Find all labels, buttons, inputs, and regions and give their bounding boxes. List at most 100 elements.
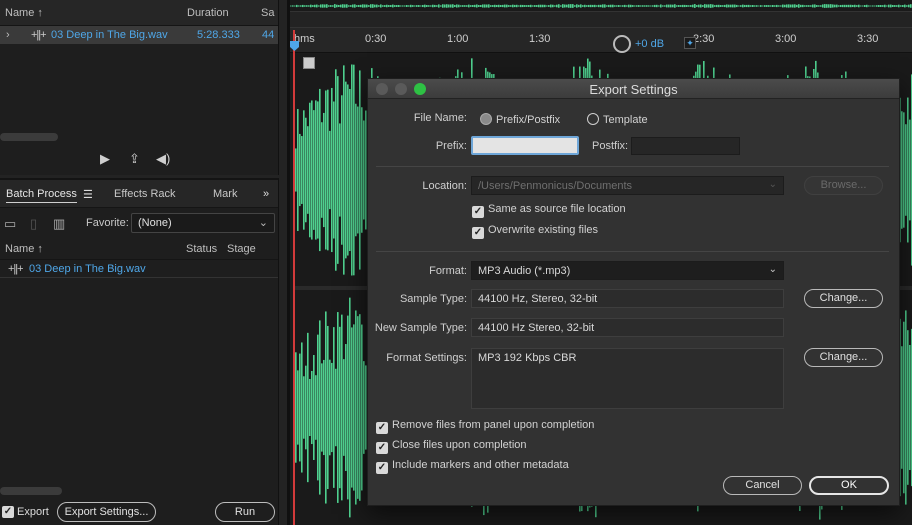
export-settings-button[interactable]: Export Settings... [57, 502, 156, 522]
file-duration: 5:28.333 [197, 29, 240, 41]
waveform-sample [326, 4, 328, 8]
cancel-button[interactable]: Cancel [723, 476, 802, 495]
checkbox-icon[interactable]: ✓ [2, 506, 14, 518]
waveform-sample [812, 4, 814, 8]
files-scrollbar[interactable] [0, 133, 58, 141]
expand-icon[interactable]: » [263, 188, 269, 200]
col-samplerate-header[interactable]: Sa [261, 7, 274, 19]
waveform-sample [458, 4, 460, 8]
prefix-input[interactable] [471, 136, 579, 155]
waveform-sample [349, 88, 351, 252]
waveform-sample [628, 4, 630, 8]
waveform-sample [321, 122, 323, 218]
format-select[interactable]: MP3 Audio (*.mp3) ⌄ [471, 261, 784, 280]
chevron-right-icon[interactable]: › [6, 29, 10, 41]
tab-effects-rack[interactable]: Effects Rack [114, 188, 176, 200]
waveform-sample [894, 5, 896, 7]
col-duration-header[interactable]: Duration [187, 7, 229, 19]
export-icon[interactable]: ⇪ [129, 151, 140, 167]
waveform-sample [598, 4, 600, 8]
waveform-sample [542, 4, 544, 8]
waveform-sample [578, 4, 580, 8]
waveform-sample [612, 4, 614, 8]
batch-file-row[interactable]: +||+ 03 Deep in The Big.wav [0, 260, 278, 278]
batch-scrollbar[interactable] [0, 487, 62, 495]
col-name-header[interactable]: Name ↑ [5, 243, 43, 255]
trash-all-icon[interactable]: ▥ [53, 216, 65, 232]
radio-template[interactable]: Template [587, 113, 648, 126]
tick-label: 2:30 [693, 33, 715, 45]
change-sample-type-button[interactable]: Change... [804, 289, 883, 308]
waveform-sample [348, 5, 350, 7]
sample-type-label: Sample Type: [399, 293, 467, 305]
radio-prefix-postfix[interactable]: Prefix/Postfix [480, 113, 560, 126]
dialog-titlebar[interactable]: Export Settings [368, 79, 899, 99]
waveform-sample [742, 4, 744, 8]
format-value: MP3 Audio (*.mp3) [478, 265, 571, 277]
waveform-sample [854, 4, 856, 8]
waveform-sample [562, 4, 564, 8]
overview-strip[interactable] [290, 0, 912, 12]
waveform-sample [546, 5, 548, 7]
col-stage-header[interactable]: Stage [227, 243, 256, 255]
waveform-sample [800, 4, 802, 8]
waveform-sample [696, 5, 698, 7]
waveform-sample [436, 5, 438, 7]
change-format-settings-button[interactable]: Change... [804, 348, 883, 367]
close-files-checkbox[interactable]: ✓ Close files upon completion [376, 439, 527, 454]
overwrite-checkbox[interactable]: ✓ Overwrite existing files [472, 224, 598, 239]
waveform-sample [315, 375, 317, 440]
tab-markers[interactable]: Mark [213, 188, 237, 200]
waveform-sample [301, 136, 303, 204]
same-as-source-checkbox[interactable]: ✓ Same as source file location [472, 203, 626, 218]
play-icon[interactable]: ▶ [100, 151, 110, 167]
waveform-sample [516, 4, 518, 8]
batch-file-name: 03 Deep in The Big.wav [29, 263, 146, 275]
waveform-sample [299, 353, 301, 462]
waveform-sample [464, 5, 466, 7]
pin-icon[interactable]: ✦ [684, 37, 696, 49]
waveform-sample [794, 4, 796, 8]
col-status-header[interactable]: Status [186, 243, 217, 255]
waveform-sample [904, 4, 906, 8]
export-settings-dialog: Export Settings File Name: Prefix/Postfi… [367, 78, 900, 506]
browse-button[interactable]: Browse... [804, 176, 883, 195]
waveform-sample [882, 5, 884, 7]
waveform-sample [642, 5, 644, 7]
waveform-sample [308, 5, 310, 7]
gain-control[interactable]: +0 dB [613, 35, 664, 53]
include-markers-checkbox[interactable]: ✓ Include markers and other metadata [376, 459, 569, 474]
col-name-header[interactable]: Name ↑ [5, 7, 43, 19]
location-select[interactable]: /Users/Penmonicus/Documents ⌄ [471, 176, 784, 195]
file-row[interactable]: › +||+ 03 Deep in The Big.wav 5:28.333 4… [0, 26, 278, 44]
panel-menu-icon[interactable]: ☰ [83, 188, 93, 201]
gain-knob-icon[interactable] [613, 35, 631, 53]
waveform-sample [752, 5, 754, 7]
zoom-bar[interactable] [290, 12, 912, 28]
favorite-select[interactable]: (None) ⌄ [131, 213, 275, 233]
waveform-sample [582, 5, 584, 7]
waveform-sample [874, 5, 876, 7]
waveform-sample [482, 4, 484, 8]
tab-batch-process[interactable]: Batch Process [6, 188, 77, 203]
folder-icon[interactable]: ▭ [4, 216, 16, 232]
waveform-sample [900, 5, 902, 7]
close-files-label: Close files upon completion [392, 439, 527, 451]
format-settings-label: Format Settings: [386, 352, 467, 364]
tick-label: 0:30 [365, 33, 387, 45]
timeline-ruler[interactable]: hms 0:30 1:00 1:30 2:30 3:00 3:30 [290, 28, 912, 53]
waveform-sample [762, 5, 764, 7]
channel-toggle-icon[interactable] [303, 57, 315, 69]
waveform-sample [366, 4, 368, 8]
waveform-sample [660, 4, 662, 8]
remove-files-checkbox[interactable]: ✓ Remove files from panel upon completion [376, 419, 594, 434]
ok-button[interactable]: OK [809, 476, 889, 495]
waveform-sample [832, 4, 834, 8]
speaker-icon[interactable]: ◀) [156, 151, 170, 167]
trash-icon[interactable]: ▯ [30, 216, 37, 232]
run-button[interactable]: Run [215, 502, 275, 522]
waveform-sample [884, 4, 886, 8]
playhead[interactable] [293, 30, 295, 525]
postfix-input[interactable] [631, 137, 740, 155]
waveform-sample [672, 4, 674, 8]
